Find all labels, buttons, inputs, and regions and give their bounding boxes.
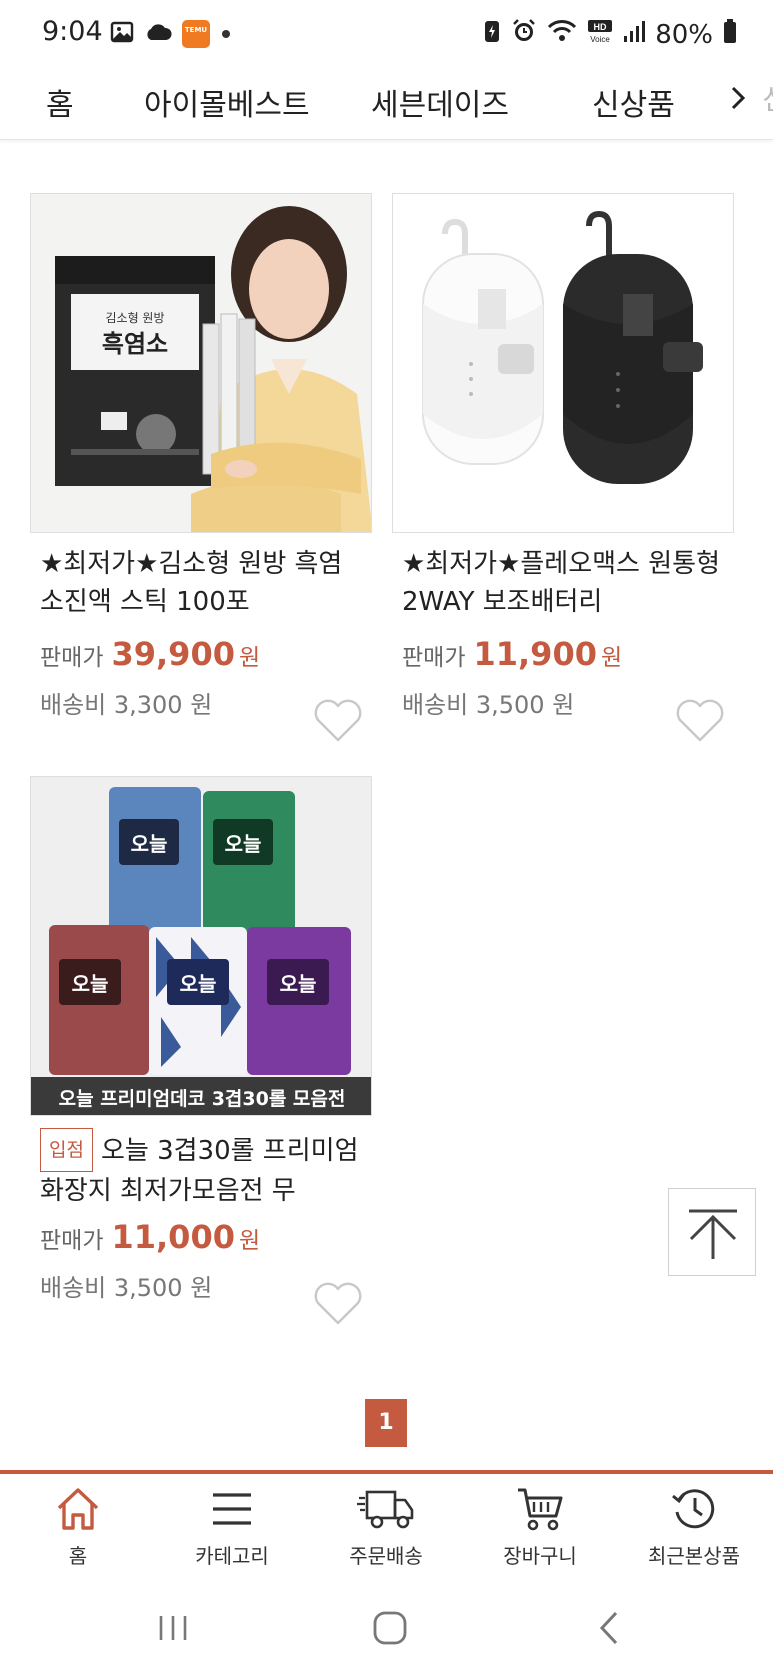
product-card[interactable]: 오늘 오늘 오늘 오늘 오늘 오늘 프리미엄데코 3겹30롤 모음전 입점 오늘 … [30, 776, 372, 1325]
price-currency: 원 [238, 1228, 261, 1254]
home-button-icon[interactable] [370, 1608, 410, 1652]
tab-new-products[interactable]: 신상품 [592, 80, 675, 124]
status-bar: 9:04 TEMU HD Voice 80% [0, 0, 773, 68]
pack-brand-label: 오늘 [225, 832, 262, 856]
pack-brand-label: 오늘 [72, 972, 109, 996]
price-line: 판매가 11,900 원 [392, 635, 734, 673]
price-line: 판매가 39,900 원 [30, 635, 372, 673]
svg-text:HD: HD [594, 22, 607, 32]
tab-imall-best[interactable]: 아이몰베스트 [144, 80, 310, 124]
cart-icon [470, 1484, 610, 1534]
bottom-nav-orders[interactable]: 주문배송 [316, 1484, 456, 1569]
bottom-nav: 홈 카테고리 주문배송 장바구니 최근본상품 [0, 1470, 773, 1590]
bottom-nav-cart[interactable]: 장바구니 [470, 1484, 610, 1569]
product-image[interactable]: 오늘 오늘 오늘 오늘 오늘 오늘 프리미엄데코 3겹30롤 모음전 [30, 776, 372, 1116]
price-value: 11,000 [111, 1218, 235, 1256]
product-title[interactable]: 입점 오늘 3겹30롤 프리미엄화장지 최저가모음전 무 [30, 1128, 372, 1208]
bottom-nav-category[interactable]: 카테고리 [162, 1484, 302, 1569]
page-number-current[interactable]: 1 [365, 1399, 407, 1447]
bottom-nav-label: 홈 [68, 1544, 88, 1568]
price-line: 판매가 11,000 원 [30, 1218, 372, 1256]
temu-app-icon: TEMU [182, 20, 210, 48]
notification-dot-icon [220, 25, 232, 44]
chevron-right-icon [730, 79, 756, 117]
scroll-to-top-button[interactable] [668, 1188, 756, 1276]
menu-icon [162, 1484, 302, 1534]
product-card[interactable]: ★최저가★플레오맥스 원통형 2WAY 보조배터리 판매가 11,900 원 배… [392, 193, 734, 742]
tab-partial[interactable]: 신 [762, 83, 773, 116]
pack-brand-label: 오늘 [180, 972, 217, 996]
category-nav: 홈 아이몰베스트 세븐데이즈 신상품 신 [0, 68, 773, 140]
product-image[interactable]: 김소형 원방 흑염소 [30, 193, 372, 533]
bottom-nav-label: 주문배송 [349, 1544, 423, 1568]
price-label: 판매가 [402, 645, 466, 671]
product-card[interactable]: 김소형 원방 흑염소 ★최저가★김소형 원방 흑염소진액 스틱 100포 판매가… [30, 193, 372, 742]
tab-seven-days[interactable]: 세븐데이즈 [371, 80, 509, 124]
wishlist-heart-icon[interactable] [312, 1279, 364, 1327]
cloud-icon [144, 22, 172, 46]
wishlist-heart-icon[interactable] [674, 696, 726, 744]
bottom-nav-home[interactable]: 홈 [8, 1484, 148, 1569]
bottom-nav-label: 최근본상품 [648, 1544, 740, 1568]
image-caption: 오늘 프리미엄데코 3겹30롤 모음전 [59, 1088, 346, 1110]
price-value: 39,900 [111, 635, 235, 673]
arrow-up-icon [669, 1209, 757, 1281]
status-left-icons: TEMU [110, 20, 232, 48]
product-image[interactable] [392, 193, 734, 533]
wifi-icon [547, 19, 577, 50]
status-right-icons: HD Voice 80% [483, 18, 737, 51]
recent-apps-icon[interactable] [155, 1610, 191, 1650]
product-title[interactable]: ★최저가★김소형 원방 흑염소진액 스틱 100포 [30, 545, 372, 625]
price-label: 판매가 [40, 645, 104, 671]
product-title[interactable]: ★최저가★플레오맥스 원통형 2WAY 보조배터리 [392, 545, 734, 625]
system-nav-bar [0, 1590, 773, 1675]
bottom-nav-recent[interactable]: 최근본상품 [624, 1484, 764, 1569]
price-currency: 원 [238, 645, 261, 671]
gallery-icon [110, 20, 134, 48]
wishlist-heart-icon[interactable] [312, 696, 364, 744]
box-label-main: 흑염소 [102, 330, 168, 358]
price-currency: 원 [600, 645, 623, 671]
battery-saver-icon [483, 18, 501, 51]
price-value: 11,900 [473, 635, 597, 673]
store-badge: 입점 [40, 1128, 93, 1172]
status-time: 9:04 [42, 16, 103, 47]
home-icon [8, 1484, 148, 1534]
pack-brand-label: 오늘 [131, 832, 168, 856]
svg-text:Voice: Voice [590, 35, 610, 44]
box-label-small: 김소형 원방 [105, 311, 164, 325]
bottom-nav-label: 장바구니 [503, 1544, 577, 1568]
tab-home[interactable]: 홈 [46, 80, 74, 124]
history-clock-icon [624, 1484, 764, 1534]
alarm-icon [511, 18, 537, 51]
price-label: 판매가 [40, 1228, 104, 1254]
hd-voice-icon: HD Voice [587, 18, 613, 51]
battery-icon [723, 18, 737, 51]
pack-brand-label: 오늘 [280, 972, 317, 996]
signal-icon [623, 19, 646, 50]
back-button-icon[interactable] [594, 1608, 624, 1652]
delivery-truck-icon [316, 1484, 456, 1534]
bottom-nav-label: 카테고리 [195, 1544, 269, 1568]
category-scroll-right[interactable]: 신 [730, 78, 773, 118]
battery-percent: 80% [655, 19, 713, 50]
